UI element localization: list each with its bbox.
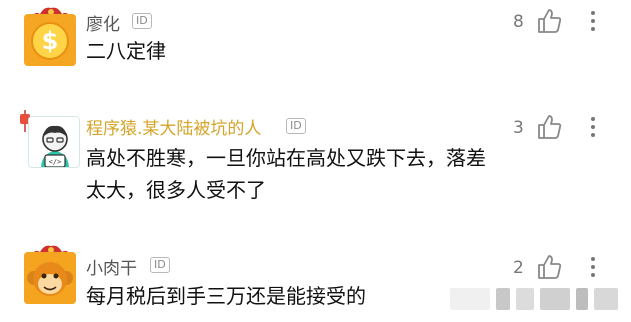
id-badge: ID: [132, 13, 152, 29]
like-count: 3: [513, 118, 524, 138]
vertical-dots-icon[interactable]: [590, 10, 596, 32]
comment-text: 每月税后到手三万还是能接受的: [86, 284, 366, 308]
comment-item: </> 程序猿.某大陆被坑的人 ID 高处不胜寒，一旦你站在高处又跌下去，落差 …: [0, 100, 631, 230]
id-badge: ID: [286, 118, 306, 134]
comment-item: $ 廖化 ID 二八定律 8: [0, 0, 631, 100]
avatar[interactable]: $: [20, 6, 78, 70]
username[interactable]: 廖化: [86, 10, 120, 35]
id-badge: ID: [150, 257, 170, 273]
blurred-watermark: [450, 288, 490, 310]
avatar[interactable]: </>: [20, 110, 80, 174]
vertical-dots-icon[interactable]: [590, 116, 596, 138]
comment-text: 二八定律: [86, 39, 166, 63]
dollar-coin-icon: $: [24, 14, 76, 66]
like-count: 8: [513, 12, 524, 32]
thumbs-up-icon[interactable]: [536, 114, 562, 140]
blurred-watermark: [594, 288, 618, 310]
blurred-watermark: [516, 288, 534, 310]
thumbs-up-icon[interactable]: [536, 8, 562, 34]
avatar[interactable]: [20, 244, 78, 308]
svg-text:$: $: [42, 27, 59, 55]
username[interactable]: 程序猿.某大陆被坑的人: [86, 114, 261, 139]
blurred-watermark: [540, 288, 570, 310]
thumbs-up-icon[interactable]: [536, 254, 562, 280]
vertical-dots-icon[interactable]: [590, 256, 596, 278]
coder-character-icon: </>: [28, 116, 80, 168]
username[interactable]: 小肉干: [86, 254, 137, 279]
svg-text:</>: </>: [49, 158, 62, 166]
comment-text-line-1: 高处不胜寒，一旦你站在高处又跌下去，落差: [86, 146, 486, 170]
blurred-watermark: [576, 288, 588, 310]
like-count: 2: [513, 258, 524, 278]
monkey-face-icon: [24, 252, 76, 304]
blurred-watermark: [496, 288, 510, 310]
comment-item: 小肉干 ID 每月税后到手三万还是能接受的 2: [0, 230, 631, 322]
comment-text-line-2: 太大，很多人受不了: [86, 178, 266, 202]
